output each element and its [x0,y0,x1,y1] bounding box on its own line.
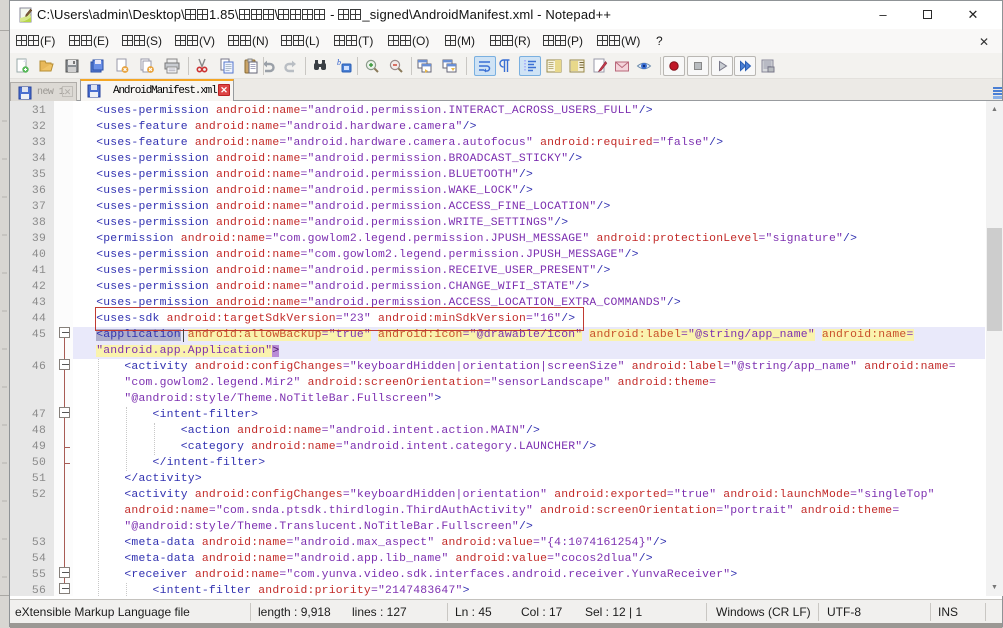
svg-text:b: b [337,58,341,67]
